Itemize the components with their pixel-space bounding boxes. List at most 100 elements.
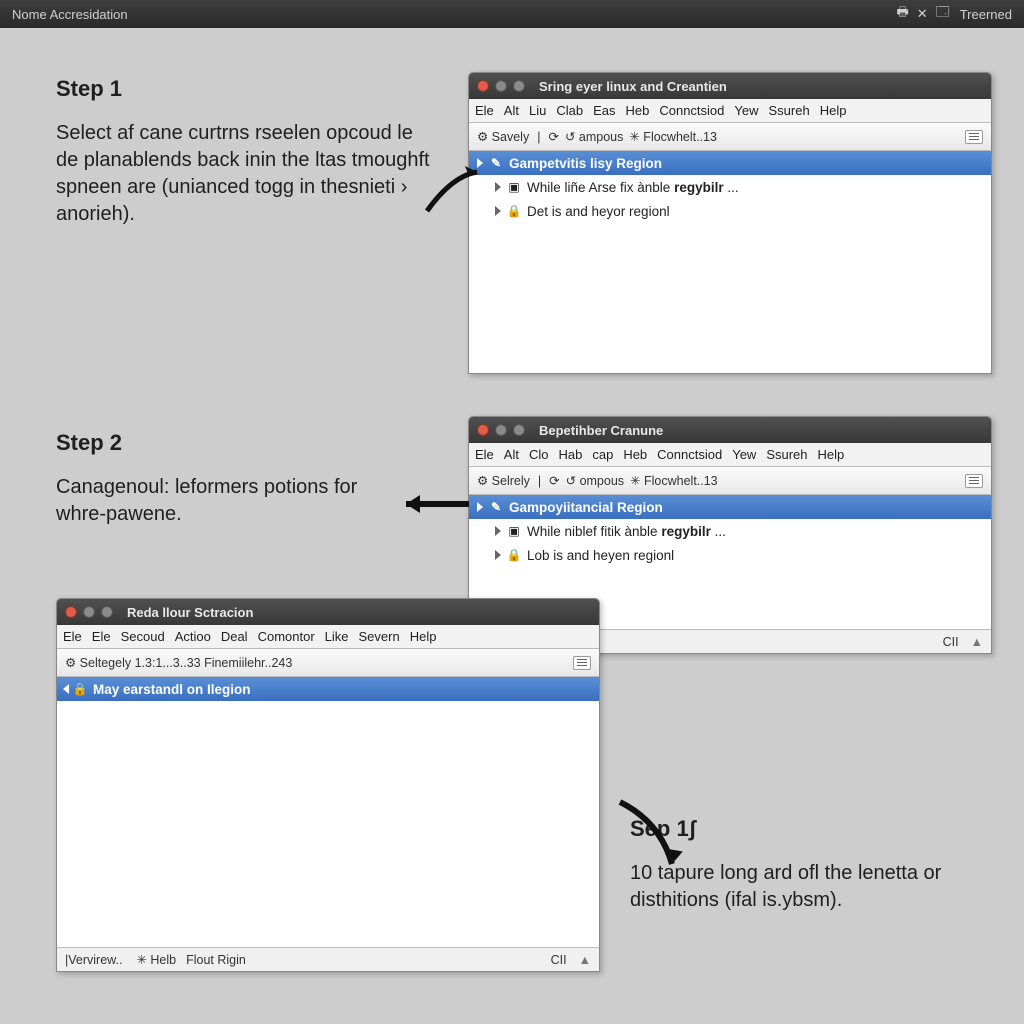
menu-item[interactable]: Like bbox=[325, 629, 349, 644]
step-1-heading: Step 1 bbox=[56, 76, 436, 102]
menu-item[interactable]: Clab bbox=[556, 103, 583, 118]
expand-icon[interactable] bbox=[495, 182, 501, 192]
tree-row-label: Gampetvitis lisy Region bbox=[509, 156, 662, 171]
topbar-icon-panel[interactable]: 🗔 bbox=[936, 3, 950, 25]
maximize-icon[interactable] bbox=[101, 606, 113, 618]
menu-item[interactable]: Ele bbox=[475, 103, 494, 118]
menu-item[interactable]: Deal bbox=[221, 629, 248, 644]
minimize-icon[interactable] bbox=[83, 606, 95, 618]
status-item[interactable]: Flout Rigin bbox=[186, 953, 246, 967]
toolbar-item[interactable]: ⟳ bbox=[549, 473, 559, 488]
tree-row-selected[interactable]: ✎ Gampetvitis lisy Region bbox=[469, 151, 991, 175]
menu-item[interactable]: Alt bbox=[504, 103, 519, 118]
tree-row[interactable]: ▣ While niblef fitik ànble regybilr ... bbox=[469, 519, 991, 543]
win1-title: Sring eyer linux and Creantien bbox=[539, 79, 727, 94]
maximize-icon[interactable] bbox=[513, 424, 525, 436]
win1-menubar[interactable]: Ele Alt Liu Clab Eas Heb Connctsiod Yew … bbox=[469, 99, 991, 123]
menu-item[interactable]: Clo bbox=[529, 447, 549, 462]
expand-icon[interactable] bbox=[477, 158, 483, 168]
win3-toolbar[interactable]: ⚙ Seltegely 1.3:1...3..33 Finemiilehr..2… bbox=[57, 649, 599, 677]
tree-row-selected[interactable]: ✎ Gampoyiitancial Region bbox=[469, 495, 991, 519]
menu-item[interactable]: Ssureh bbox=[769, 103, 810, 118]
minimize-icon[interactable] bbox=[495, 80, 507, 92]
menu-icon[interactable] bbox=[965, 474, 983, 488]
expand-icon[interactable] bbox=[477, 502, 483, 512]
toolbar-item[interactable]: ⚙ Seltegely 1.3:1...3..33 Finemiilehr..2… bbox=[65, 655, 292, 670]
menu-item[interactable]: Help bbox=[410, 629, 437, 644]
menu-item[interactable]: Eas bbox=[593, 103, 615, 118]
lock-icon: 🔒 bbox=[507, 548, 521, 562]
minimize-icon[interactable] bbox=[495, 424, 507, 436]
collapse-icon[interactable]: ▲ bbox=[971, 635, 983, 649]
menu-item[interactable]: Yew bbox=[732, 447, 756, 462]
arrow-step2 bbox=[394, 492, 474, 527]
expand-icon[interactable] bbox=[495, 526, 501, 536]
menu-item[interactable]: Actioo bbox=[175, 629, 211, 644]
expand-icon[interactable] bbox=[495, 550, 501, 560]
tree-row[interactable]: 🔒 Det is and heyor regionl bbox=[469, 199, 991, 223]
close-icon[interactable] bbox=[65, 606, 77, 618]
close-icon[interactable] bbox=[477, 424, 489, 436]
tree-row[interactable]: ▣ While liñe Arse fix ànble regybilr ... bbox=[469, 175, 991, 199]
status-item: CII bbox=[551, 953, 567, 967]
step-2-block: Step 2 Canagenoul: leformers potions for… bbox=[56, 430, 386, 528]
win2-toolbar[interactable]: ⚙ Selrely | ⟳ ↺ ompous ✳ Flocwhelt..13 bbox=[469, 467, 991, 495]
menu-item[interactable]: Connctsiod bbox=[659, 103, 724, 118]
expand-icon[interactable] bbox=[495, 206, 501, 216]
toolbar-item[interactable]: ✳ Flocwhelt..13 bbox=[630, 473, 718, 488]
menu-item[interactable]: Yew bbox=[734, 103, 758, 118]
topbar-icon-tools[interactable]: ✕ bbox=[917, 6, 928, 22]
lock-icon: 🔒 bbox=[73, 682, 87, 696]
toolbar-item[interactable]: ↺ ompous bbox=[566, 473, 624, 488]
topbar-title: Nome Accresidation bbox=[12, 7, 128, 22]
maximize-icon[interactable] bbox=[513, 80, 525, 92]
box-icon: ▣ bbox=[507, 524, 521, 538]
win3-menubar[interactable]: Ele Ele Secoud Actioo Deal Comontor Like… bbox=[57, 625, 599, 649]
step-1-block: Step 1 Select af cane curtrns rseelen op… bbox=[56, 76, 436, 228]
menu-item[interactable]: Severn bbox=[359, 629, 400, 644]
menu-item[interactable]: Heb bbox=[625, 103, 649, 118]
collapse-icon[interactable]: ▲ bbox=[579, 953, 591, 967]
win3-statusbar: |Vervirew.. ✳ Helb Flout Rigin CII ▲ bbox=[57, 947, 599, 971]
toolbar-item[interactable]: ⚙ Selrely bbox=[477, 473, 530, 488]
menu-item[interactable]: Ele bbox=[92, 629, 111, 644]
tree-row[interactable]: 🔒 Lob is and heyen regionl bbox=[469, 543, 991, 567]
win2-menubar[interactable]: Ele Alt Clo Hab cap Heb Connctsiod Yew S… bbox=[469, 443, 991, 467]
tree-row-label: May earstandl on Ilegion bbox=[93, 682, 251, 697]
tree-row-selected[interactable]: 🔒 May earstandl on Ilegion bbox=[57, 677, 599, 701]
menu-item[interactable]: Ele bbox=[475, 447, 494, 462]
topbar-icon-save[interactable]: 🖶 bbox=[896, 3, 908, 25]
win2-titlebar[interactable]: Bepetihber Cranune bbox=[469, 417, 991, 443]
menu-item[interactable]: Ssureh bbox=[766, 447, 807, 462]
status-item[interactable]: |Vervirew.. bbox=[65, 953, 122, 967]
menu-item[interactable]: Help bbox=[818, 447, 845, 462]
win1-titlebar[interactable]: Sring eyer linux and Creantien bbox=[469, 73, 991, 99]
win3-titlebar[interactable]: Reda llour Sctracion bbox=[57, 599, 599, 625]
win1-toolbar[interactable]: ⚙ Savely | ⟳ ↺ ampous ✳ Flocwhelt..13 bbox=[469, 123, 991, 151]
menu-item[interactable]: Secoud bbox=[121, 629, 165, 644]
win1-content: ✎ Gampetvitis lisy Region ▣ While liñe A… bbox=[469, 151, 991, 373]
window-3: Reda llour Sctracion Ele Ele Secoud Acti… bbox=[56, 598, 600, 972]
toolbar-item[interactable]: ✳ Flocwhelt..13 bbox=[629, 129, 717, 144]
back-icon[interactable] bbox=[63, 684, 69, 694]
menu-item[interactable]: Hab bbox=[558, 447, 582, 462]
menu-item[interactable]: cap bbox=[592, 447, 613, 462]
toolbar-item[interactable]: ⟳ bbox=[548, 129, 558, 144]
box-icon: ▣ bbox=[507, 180, 521, 194]
menu-item[interactable]: Comontor bbox=[258, 629, 315, 644]
menu-icon[interactable] bbox=[965, 130, 983, 144]
toolbar-item[interactable]: ⚙ Savely bbox=[477, 129, 529, 144]
window-1: Sring eyer linux and Creantien Ele Alt L… bbox=[468, 72, 992, 374]
status-item[interactable]: ✳ Helb bbox=[136, 952, 176, 967]
menu-icon[interactable] bbox=[573, 656, 591, 670]
close-icon[interactable] bbox=[477, 80, 489, 92]
menu-item[interactable]: Connctsiod bbox=[657, 447, 722, 462]
menu-item[interactable]: Help bbox=[820, 103, 847, 118]
toolbar-item[interactable]: ↺ ampous bbox=[565, 129, 623, 144]
menu-item[interactable]: Alt bbox=[504, 447, 519, 462]
tree-row-label: Det is and heyor regionl bbox=[527, 204, 670, 219]
menu-item[interactable]: Liu bbox=[529, 103, 546, 118]
step-2-body: Canagenoul: leformers potions for whre-p… bbox=[56, 474, 386, 528]
menu-item[interactable]: Ele bbox=[63, 629, 82, 644]
menu-item[interactable]: Heb bbox=[623, 447, 647, 462]
